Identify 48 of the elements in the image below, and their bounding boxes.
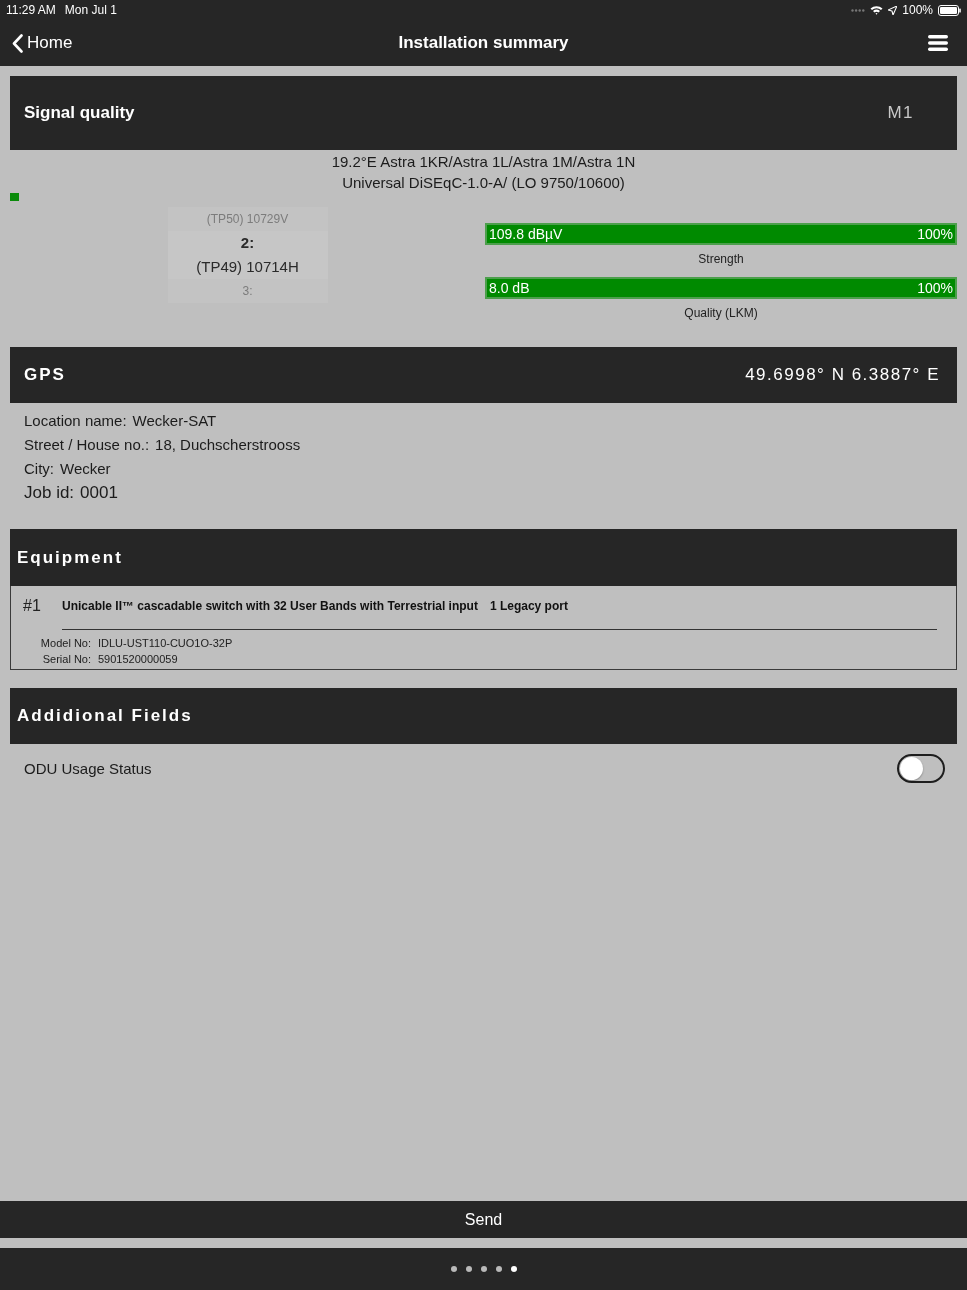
section-title: Addidional Fields: [17, 706, 193, 726]
lnb-type: Universal DiSEqC-1.0-A/ (LO 9750/10600): [342, 173, 625, 193]
screen-title: Installation summary: [398, 33, 569, 53]
field-value: Wecker: [60, 459, 111, 477]
chevron-left-icon: [12, 33, 23, 53]
satellite-name: 19.2°E Astra 1KR/Astra 1L/Astra 1M/Astra 1N: [331, 152, 636, 172]
back-button[interactable]: Home: [12, 31, 73, 55]
status-square-icon: [10, 193, 19, 201]
menu-icon: [928, 35, 948, 51]
section-title: Equipment: [17, 547, 123, 568]
equipment-ports: 1 Legacy port: [489, 599, 568, 613]
serial-value: 5901520000059: [98, 652, 179, 667]
section-title: GPS: [24, 365, 66, 385]
wifi-icon: [870, 5, 884, 15]
section-title: Signal quality: [24, 103, 135, 123]
meter-reading: 109.8 dBµV: [489, 226, 563, 242]
status-time: 11:29 AM: [6, 3, 56, 17]
send-button[interactable]: Send: [0, 1201, 967, 1238]
gps-coordinates: 49.6998° N 6.3887° E: [745, 365, 940, 385]
status-date: Mon Jul 1: [64, 3, 117, 17]
transponder-number: 3:: [241, 283, 254, 300]
serial-label: Serial No:: [41, 652, 91, 667]
menu-button[interactable]: [928, 35, 948, 51]
location-arrow-icon: [888, 5, 898, 15]
meter-percent: 100%: [917, 226, 953, 242]
field-value: Wecker-SAT: [132, 411, 217, 429]
meter-label: Strength: [698, 251, 744, 267]
meter-percent: 100%: [917, 280, 953, 296]
equipment-number: #1: [23, 597, 42, 615]
field-label: Street / House no.:: [24, 435, 150, 453]
field-value: 0001: [80, 483, 118, 503]
toggle-label: ODU Usage Status: [24, 760, 152, 777]
transponder-picker[interactable]: (TP50) 10729V 2: (TP49) 10714H 3:: [167, 207, 328, 303]
toggle-switch[interactable]: [897, 754, 945, 783]
field-label: Job id:: [24, 483, 75, 503]
model-value: IDLU-UST110-CUO1O-32P: [98, 636, 233, 651]
signal-dots-icon: [851, 8, 866, 12]
mode-label: M1: [887, 103, 914, 123]
field-label: City:: [24, 459, 54, 477]
equipment-description: Unicable II™ cascadable switch with 32 User Bands with Terrestrial input: [62, 599, 478, 613]
battery-icon: [938, 4, 961, 16]
field-value: 18, Duchscherstrooss: [155, 435, 301, 453]
model-label: Model No:: [39, 636, 91, 651]
field-label: Location name:: [24, 411, 127, 429]
transponder-frequency: (TP50) 10729V: [205, 211, 290, 228]
meter-reading: 8.0 dB: [489, 280, 530, 296]
battery-percentage: 100%: [902, 3, 933, 17]
meter-label: Quality (LKM): [684, 305, 758, 321]
